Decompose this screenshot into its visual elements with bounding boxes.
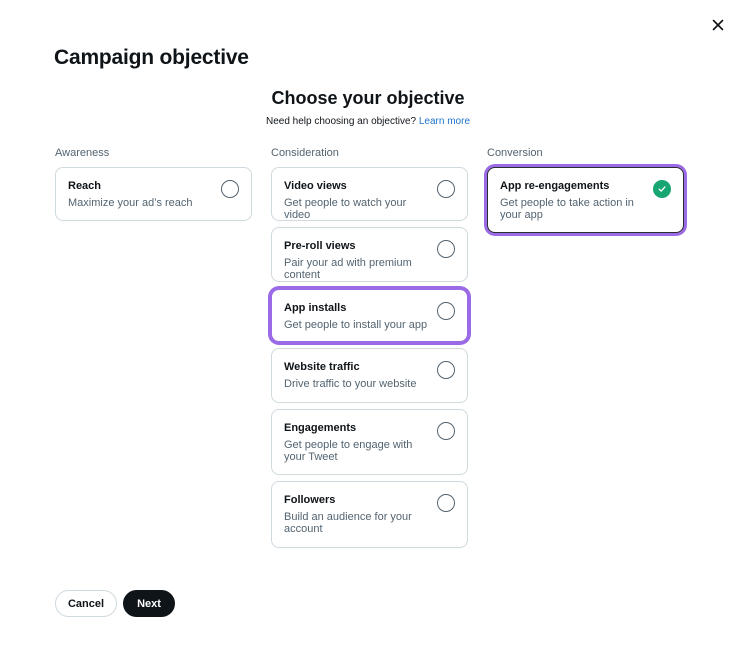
objective-card-followers[interactable]: Followers Build an audience for your acc… (271, 481, 468, 548)
objective-card-pre-roll-views[interactable]: Pre-roll views Pair your ad with premium… (271, 227, 468, 282)
cancel-button[interactable]: Cancel (55, 590, 117, 617)
radio-unchecked-icon[interactable] (437, 361, 455, 379)
column-label-consideration: Consideration (271, 147, 339, 159)
radio-unchecked-icon[interactable] (437, 240, 455, 258)
card-title: Video views (284, 180, 347, 192)
card-description: Build an audience for your account (284, 511, 412, 535)
column-label-conversion: Conversion (487, 147, 543, 159)
help-text: Need help choosing an objective? Learn m… (0, 116, 736, 127)
learn-more-link[interactable]: Learn more (419, 116, 470, 127)
page-title: Campaign objective (54, 46, 249, 69)
card-title: Followers (284, 494, 336, 506)
card-description: Maximize your ad’s reach (68, 197, 193, 209)
card-description: Get people to take action in your app (500, 197, 634, 221)
column-label-awareness: Awareness (55, 147, 110, 159)
help-text-label: Need help choosing an objective? (265, 116, 417, 127)
card-title: Website traffic (284, 361, 360, 373)
objective-card-website-traffic[interactable]: Website traffic Drive traffic to your we… (271, 348, 468, 403)
radio-unchecked-icon[interactable] (437, 180, 455, 198)
card-title: App re-engagements (500, 180, 610, 192)
radio-checked-icon[interactable] (653, 180, 671, 198)
card-title: Engagements (284, 422, 357, 434)
close-button[interactable] (708, 15, 728, 35)
card-title: App installs (284, 302, 347, 314)
radio-unchecked-icon[interactable] (221, 180, 239, 198)
next-button[interactable]: Next (123, 590, 175, 617)
radio-unchecked-icon[interactable] (437, 302, 455, 320)
section-heading: Choose your objective (271, 88, 465, 108)
card-description: Drive traffic to your website (284, 378, 417, 390)
card-description: Pair your ad with premium content (284, 257, 412, 281)
close-icon (712, 19, 724, 31)
objective-card-app-re-engagements[interactable]: App re-engagements Get people to take ac… (487, 167, 684, 233)
card-title: Pre-roll views (284, 240, 356, 252)
campaign-objective-dialog: Campaign objective Choose your objective… (0, 0, 736, 657)
card-description: Get people to watch your video (284, 197, 407, 221)
radio-unchecked-icon[interactable] (437, 494, 455, 512)
card-description: Get people to engage with your Tweet (284, 439, 413, 463)
radio-unchecked-icon[interactable] (437, 422, 455, 440)
card-title: Reach (68, 180, 102, 192)
objective-card-reach[interactable]: Reach Maximize your ad’s reach (55, 167, 252, 221)
card-description: Get people to install your app (284, 319, 428, 331)
objective-card-video-views[interactable]: Video views Get people to watch your vid… (271, 167, 468, 221)
checkmark-icon (658, 186, 666, 192)
objective-card-engagements[interactable]: Engagements Get people to engage with yo… (271, 409, 468, 475)
objective-card-app-installs[interactable]: App installs Get people to install your … (271, 289, 468, 342)
